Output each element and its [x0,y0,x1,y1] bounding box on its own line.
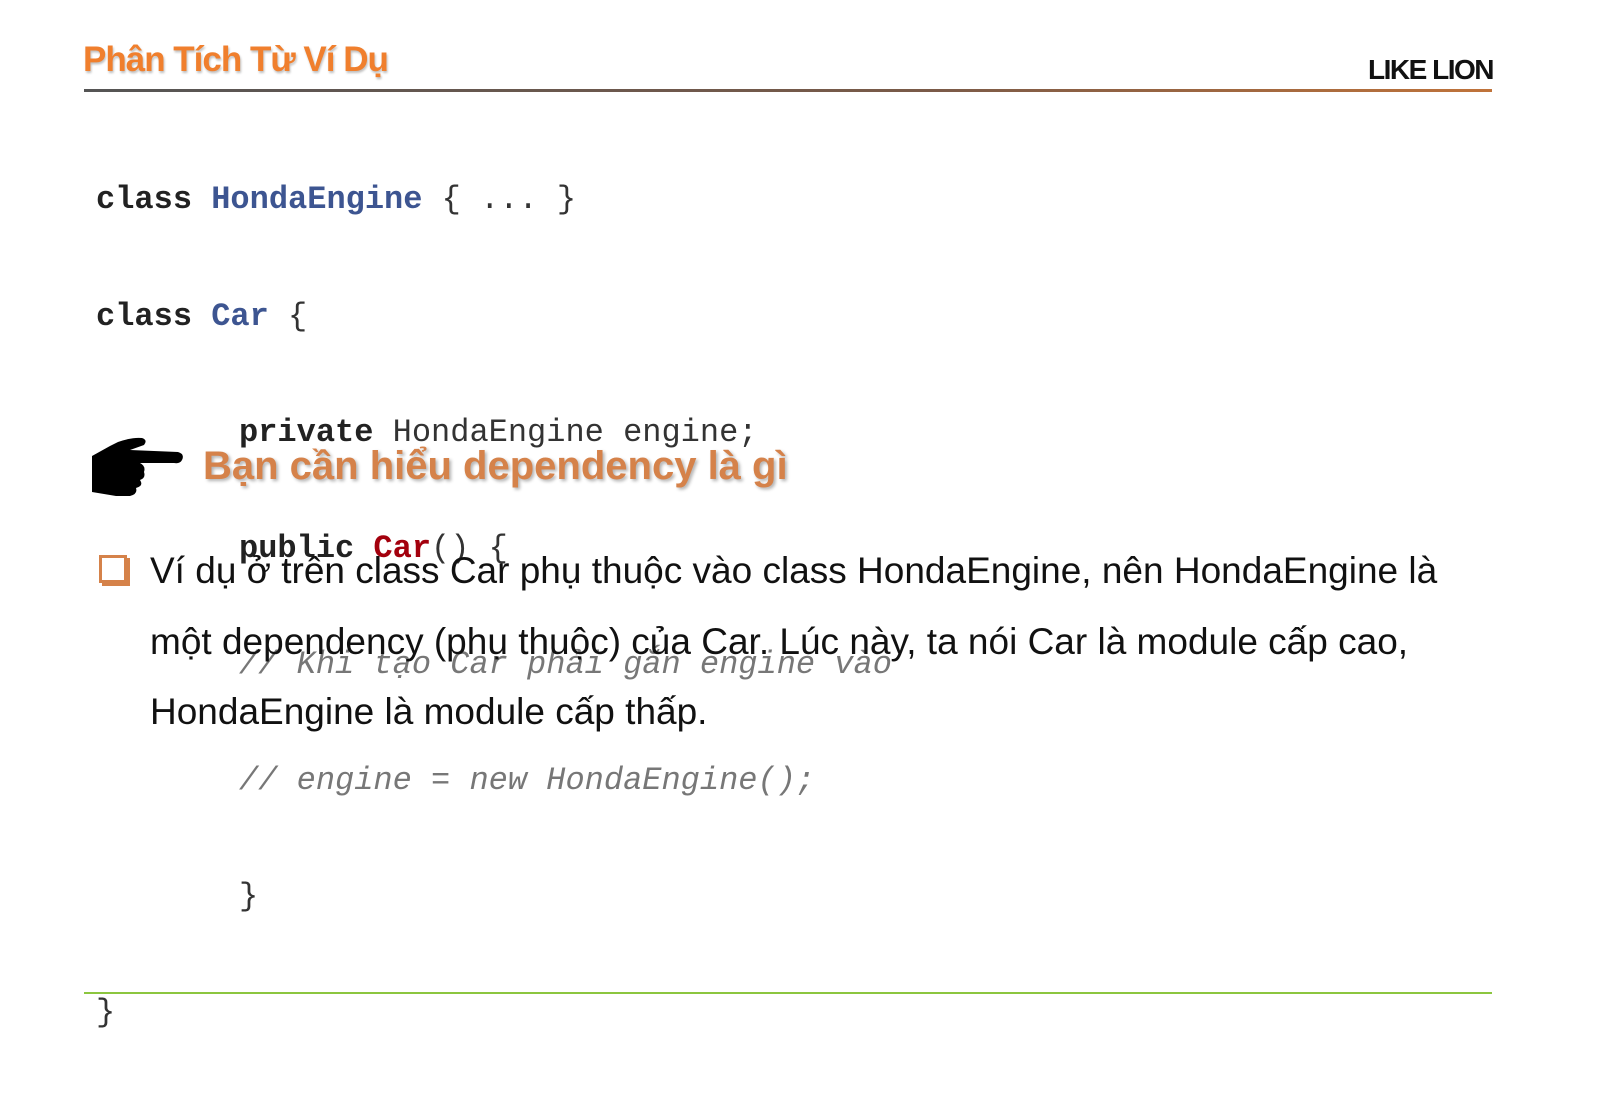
code-line: } [239,877,259,915]
code-line: } [96,994,116,1032]
section-heading: Bạn cần hiểu dependency là gì [203,444,788,488]
checkbox-square-icon [99,555,127,583]
code-text: { [268,297,308,335]
like-lion-logo: LIKE LION [1368,54,1494,85]
bullet-text: Ví dụ ở trên class Car phụ thuộc vào cla… [150,550,1438,732]
keyword: class [96,297,212,335]
code-comment: // engine = new HondaEngine(); [239,761,816,799]
header-divider [84,89,1492,92]
code-line: class Car { [96,298,892,337]
keyword: class [96,181,212,219]
slide-title: Phân Tích Từ Ví Dụ [83,40,389,79]
code-line: class HondaEngine { ... } [96,181,892,220]
class-name: Car [211,297,269,335]
code-text: { ... } [422,181,577,219]
pointing-hand-icon [92,437,183,496]
class-name: HondaEngine [211,181,423,219]
footer-divider [84,992,1492,994]
